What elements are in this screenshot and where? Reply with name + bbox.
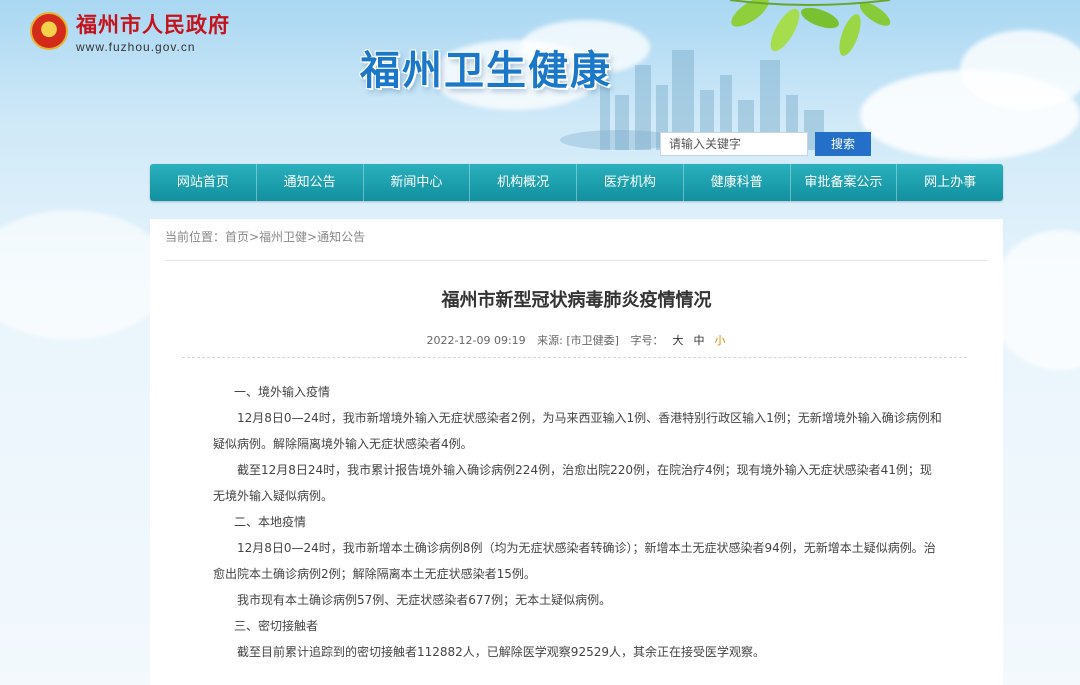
section-heading: 一、境外输入疫情	[234, 385, 331, 399]
article-paragraph: 我市现有本土确诊病例57例、无症状感染者677例；无本土疑似病例。	[237, 593, 612, 607]
gov-name: 福州市人民政府	[76, 12, 230, 37]
national-emblem-icon	[30, 12, 68, 50]
background-cloud	[960, 30, 1080, 110]
search-button[interactable]: 搜索	[815, 132, 871, 156]
divider	[182, 357, 967, 358]
search-input[interactable]: 请输入关键字	[660, 132, 808, 156]
main-nav: 网站首页 通知公告 新闻中心 机构概况 医疗机构 健康科普 审批备案公示 网上办…	[150, 164, 1003, 201]
nav-item-notices[interactable]: 通知公告	[257, 164, 364, 201]
article-paragraph: 12月8日0—24时，我市新增本土确诊病例8例（均为无症状感染者转确诊）；新增本…	[213, 541, 936, 581]
font-size-medium-button[interactable]: 中	[693, 334, 704, 347]
article-title: 福州市新型冠状病毒肺炎疫情情况	[441, 290, 712, 311]
article-body: 一、境外输入疫情 12月8日0—24时，我市新增境外输入无症状感染者2例，为马来…	[213, 379, 943, 665]
article-panel: 当前位置：首页>福州卫健>通知公告 福州市新型冠状病毒肺炎疫情情况 2022-1…	[150, 219, 1003, 685]
nav-item-medical[interactable]: 医疗机构	[577, 164, 684, 201]
nav-item-overview[interactable]: 机构概况	[470, 164, 577, 201]
gov-logo[interactable]: 福州市人民政府 www.fuzhou.gov.cn	[30, 12, 230, 54]
breadcrumb[interactable]: 当前位置：首页>福州卫健>通知公告	[165, 229, 365, 245]
nav-item-health[interactable]: 健康科普	[684, 164, 791, 201]
article-date: 2022-12-09 09:19	[426, 334, 526, 347]
font-size-large-button[interactable]: 大	[672, 334, 683, 347]
divider	[165, 260, 988, 261]
article-paragraph: 12月8日0—24时，我市新增境外输入无症状感染者2例，为马来西亚输入1例、香港…	[213, 411, 942, 451]
site-title: 福州卫生健康	[360, 48, 612, 94]
article-paragraph: 截至目前累计追踪到的密切接触者112882人，已解除医学观察92529人，其余正…	[237, 645, 765, 659]
background-cloud	[990, 230, 1080, 370]
section-heading: 三、密切接触者	[234, 619, 319, 633]
article-meta: 2022-12-09 09:19 来源: [市卫健委] 字号： 大中小	[150, 332, 1003, 348]
background-cloud	[0, 210, 170, 340]
article-source: 来源: [市卫健委]	[537, 334, 619, 347]
gov-url: www.fuzhou.gov.cn	[76, 40, 196, 54]
nav-item-approval[interactable]: 审批备案公示	[791, 164, 898, 201]
section-heading: 二、本地疫情	[234, 515, 307, 529]
article-paragraph: 截至12月8日24时，我市累计报告境外输入确诊病例224例，治愈出院220例，在…	[213, 463, 932, 503]
nav-item-home[interactable]: 网站首页	[150, 164, 257, 201]
font-size-label: 字号：	[630, 334, 664, 347]
nav-item-online[interactable]: 网上办事	[897, 164, 1003, 201]
nav-item-news[interactable]: 新闻中心	[364, 164, 471, 201]
font-size-small-button[interactable]: 小	[714, 334, 725, 347]
